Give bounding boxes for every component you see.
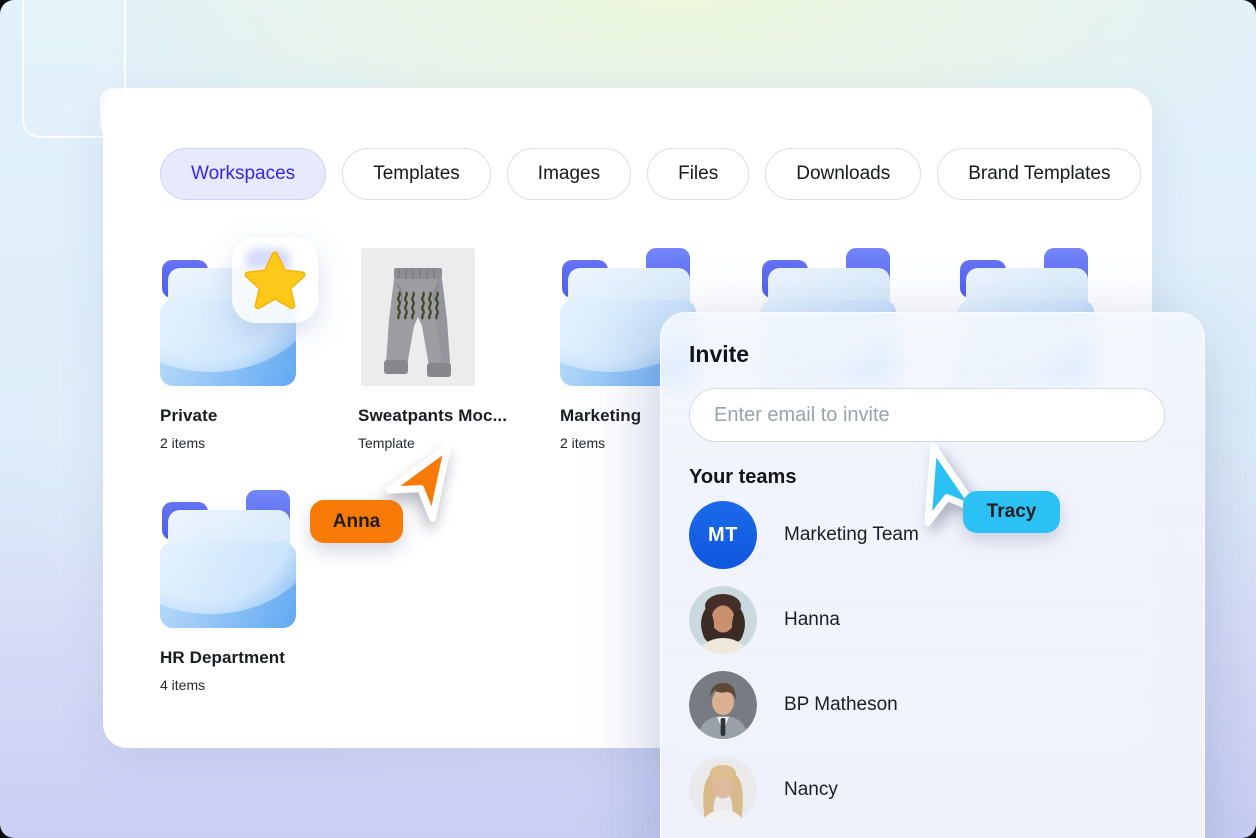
grid-item-hr-department[interactable]: HR Department 4 items: [160, 490, 320, 693]
anna-cursor-label-text: Anna: [332, 510, 381, 532]
team-row-hanna[interactable]: Hanna: [689, 586, 1176, 654]
grid-item-title: Private: [160, 406, 218, 425]
team-name: BP Matheson: [784, 694, 898, 715]
tab-workspaces[interactable]: Workspaces: [160, 148, 327, 200]
tab-label: Downloads: [796, 163, 891, 184]
grid-item-title: Sweatpants Moc...: [358, 406, 508, 425]
member-photo-avatar: [689, 671, 757, 739]
grid-item-meta: 4 items: [160, 677, 206, 693]
tab-label: Images: [537, 163, 601, 184]
anna-cursor-label: Anna: [310, 500, 403, 543]
tracy-cursor-label-text: Tracy: [986, 501, 1037, 522]
app-background: Workspaces Templates Images Files Downloads B…: [0, 0, 1256, 838]
invite-panel-title: Invite: [689, 341, 750, 367]
member-photo-avatar: [689, 586, 757, 654]
tab-label: Brand Templates: [968, 163, 1111, 184]
folder-icon: [160, 237, 318, 386]
invite-email-input[interactable]: [689, 388, 1165, 442]
team-row-bp-matheson[interactable]: BP Matheson: [689, 671, 1176, 739]
tracy-cursor-label: Tracy: [963, 491, 1060, 533]
invite-panel: Invite Your teams MTMarketing TeamHannaB…: [660, 312, 1205, 838]
tab-images[interactable]: Images: [506, 148, 632, 200]
tab-templates[interactable]: Templates: [342, 148, 491, 200]
tab-label: Templates: [373, 163, 460, 184]
tab-downloads[interactable]: Downloads: [765, 148, 922, 200]
filter-tabs: Workspaces Templates Images Files Downloads B…: [160, 148, 1142, 200]
star-badge-icon: [232, 237, 318, 323]
folder-icon: [160, 490, 296, 628]
tab-brand-templates[interactable]: Brand Templates: [937, 148, 1142, 200]
team-name: Hanna: [784, 609, 840, 630]
team-name: Nancy: [784, 779, 838, 800]
team-initials-avatar: MT: [689, 501, 757, 569]
grid-item-meta: 2 items: [160, 435, 206, 451]
grid-item-title: HR Department: [160, 648, 286, 667]
template-thumbnail: [361, 248, 475, 386]
team-name: Marketing Team: [784, 524, 919, 545]
tab-label: Workspaces: [191, 163, 296, 184]
tab-files[interactable]: Files: [647, 148, 750, 200]
avatar-initials-text: MT: [708, 523, 738, 546]
member-photo-avatar: [689, 756, 757, 824]
tab-label: Files: [678, 163, 719, 184]
grid-item-private[interactable]: Private 2 items: [160, 237, 320, 451]
team-row-nancy[interactable]: Nancy: [689, 756, 1176, 824]
grid-item-sweatpants-moc-[interactable]: Sweatpants Moc... Template: [358, 248, 518, 451]
teams-list: MT Marketing Team Hanna BP Matheson Nancy: [689, 501, 1176, 824]
